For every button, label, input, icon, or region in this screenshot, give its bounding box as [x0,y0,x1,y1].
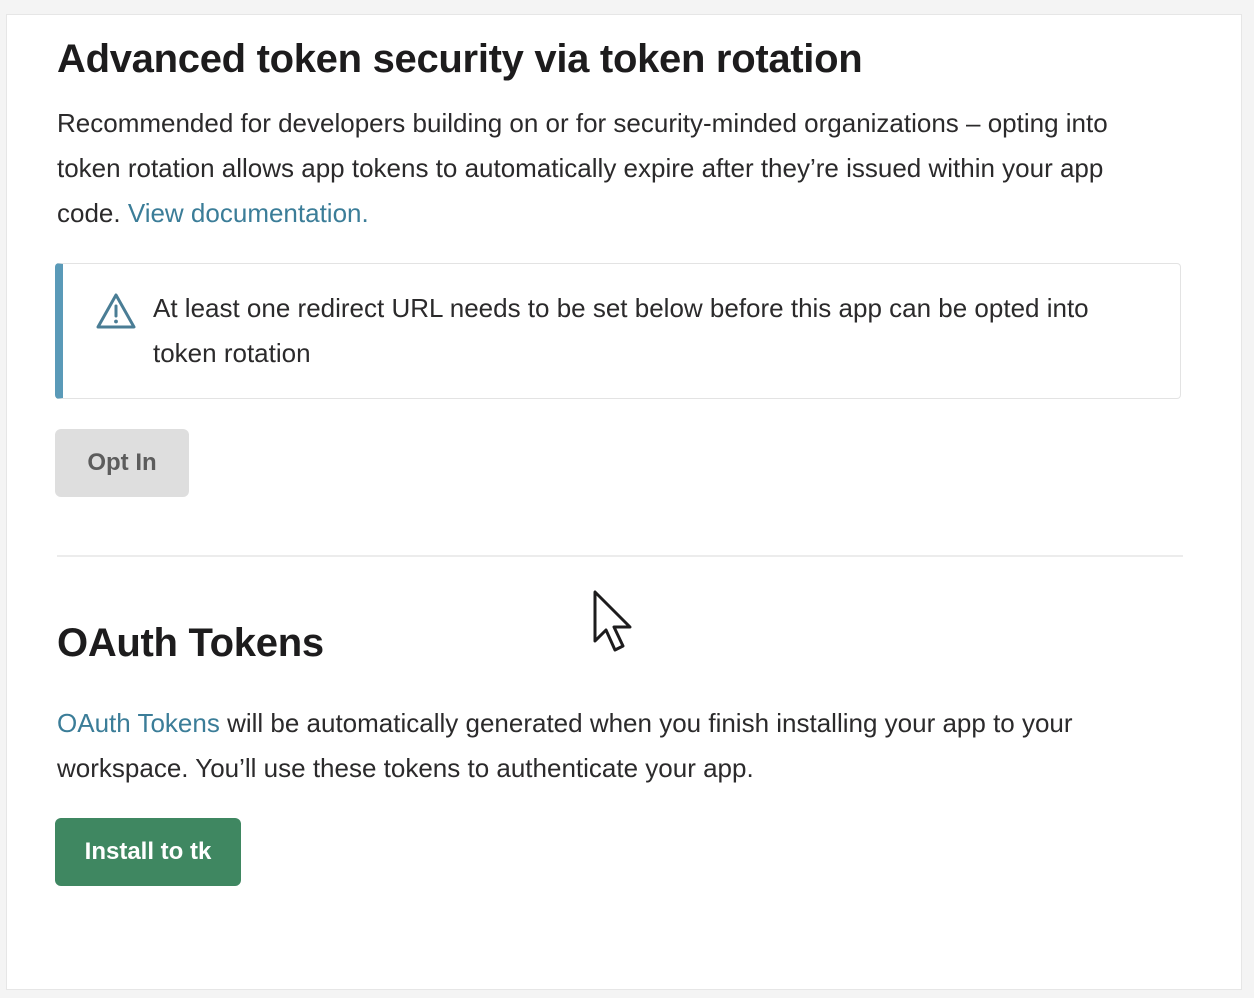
redirect-url-warning: At least one redirect URL needs to be se… [55,263,1181,399]
mouse-pointer-icon [593,590,632,652]
view-documentation-link[interactable]: View documentation. [128,198,369,228]
install-to-workspace-button[interactable]: Install to tk [55,818,241,886]
token-rotation-title: Advanced token security via token rotati… [57,37,863,81]
warning-icon [96,293,136,329]
oauth-tokens-title: OAuth Tokens [57,621,324,665]
oauth-tokens-link[interactable]: OAuth Tokens [57,708,220,738]
warning-text: At least one redirect URL needs to be se… [153,293,1089,368]
oauth-tokens-description: OAuth Tokens will be automatically gener… [57,701,1177,791]
section-divider [57,555,1183,557]
opt-in-button[interactable]: Opt In [55,429,189,497]
settings-panel: Advanced token security via token rotati… [6,14,1242,990]
token-rotation-description: Recommended for developers building on o… [57,101,1137,236]
